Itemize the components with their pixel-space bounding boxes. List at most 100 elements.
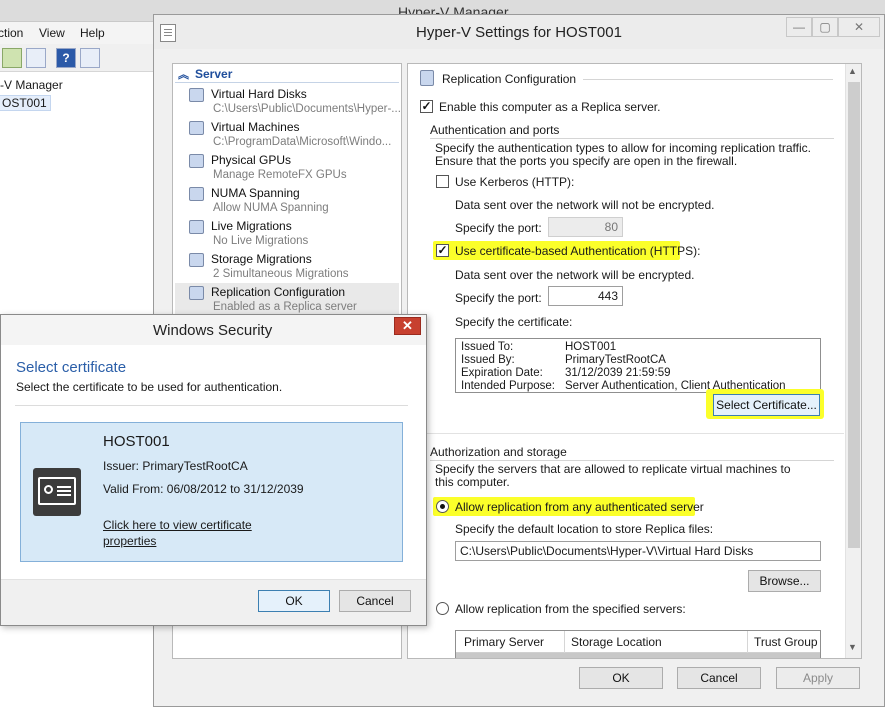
nav-item-sublabel: Manage RemoteFX GPUs	[213, 169, 347, 181]
enable-replica-label: Enable this computer as a Replica server…	[439, 100, 661, 114]
close-icon[interactable]: ✕	[838, 17, 880, 37]
gpu-icon	[189, 154, 204, 168]
manager-menubar: ction View Help	[0, 22, 160, 44]
security-ok-button[interactable]: OK	[258, 590, 330, 612]
help-icon[interactable]: ?	[56, 48, 76, 68]
servers-table: Primary Server Storage Location Trust Gr…	[455, 630, 821, 658]
certificate-seal-icon	[44, 485, 53, 494]
cert-note: Data sent over the network will be encry…	[455, 268, 695, 282]
settings-cancel-button[interactable]: Cancel	[677, 667, 761, 689]
security-divider	[15, 405, 408, 406]
group-divider	[430, 460, 834, 461]
nav-item-physical-gpus[interactable]: Physical GPUs Manage RemoteFX GPUs	[175, 151, 399, 184]
nav-item-sublabel: Enabled as a Replica server	[213, 301, 357, 313]
replication-icon	[420, 70, 434, 86]
column-header-storage-location[interactable]: Storage Location	[571, 635, 662, 649]
nav-item-label: Virtual Hard Disks	[211, 87, 307, 101]
live-migration-icon	[189, 220, 204, 234]
nav-item-storage-migrations[interactable]: Storage Migrations 2 Simultaneous Migrat…	[175, 250, 399, 283]
certificate-details: Issued To: HOST001 Issued By: PrimaryTes…	[455, 338, 821, 393]
issued-by-value: PrimaryTestRootCA	[565, 354, 666, 366]
tree-host-item[interactable]: OST001	[0, 95, 51, 111]
panel-icon[interactable]	[26, 48, 46, 68]
minimize-icon[interactable]: —	[786, 17, 812, 37]
section-divider	[408, 433, 844, 434]
kerberos-note: Data sent over the network will not be e…	[455, 198, 715, 212]
table-row[interactable]	[456, 653, 820, 658]
menu-help[interactable]: Help	[80, 26, 105, 40]
replication-icon	[189, 286, 204, 300]
certificate-icon	[33, 468, 81, 516]
auth-group-title: Authentication and ports	[430, 123, 560, 137]
folder-icon[interactable]	[2, 48, 22, 68]
certificate-icon-frame	[38, 477, 76, 505]
cert-port-label: Specify the port:	[455, 291, 542, 305]
authz-group-title: Authorization and storage	[430, 445, 567, 459]
expiration-key: Expiration Date:	[461, 367, 543, 379]
nav-item-sublabel: C:\ProgramData\Microsoft\Windo...	[213, 136, 392, 148]
certificate-lines-icon	[57, 486, 71, 488]
settings-title: Hyper-V Settings for HOST001	[416, 24, 622, 41]
security-subheading: Select the certificate to be used for au…	[16, 380, 283, 394]
allow-specified-radio[interactable]	[436, 602, 449, 615]
kerberos-checkbox[interactable]	[436, 175, 449, 188]
settings-content: Replication Configuration ✓ Enable this …	[407, 63, 862, 659]
authz-description: Specify the servers that are allowed to …	[435, 462, 791, 489]
section-divider	[583, 79, 833, 80]
cert-port-field[interactable]: 443	[548, 286, 623, 306]
nav-item-live-migrations[interactable]: Live Migrations No Live Migrations	[175, 217, 399, 250]
scroll-up-icon[interactable]: ▲	[848, 66, 857, 76]
column-divider	[747, 631, 748, 653]
disk-icon	[189, 88, 204, 102]
enable-replica-checkbox[interactable]: ✓	[420, 100, 433, 113]
auth-description: Specify the authentication types to allo…	[435, 141, 811, 168]
default-location-label: Specify the default location to store Re…	[455, 522, 714, 536]
manager-toolbar: ?	[0, 44, 160, 72]
settings-apply-button[interactable]: Apply	[776, 667, 860, 689]
certificate-validity: Valid From: 06/08/2012 to 31/12/2039	[103, 482, 304, 496]
settings-ok-button[interactable]: OK	[579, 667, 663, 689]
kerberos-label: Use Kerberos (HTTP):	[455, 175, 575, 189]
nav-item-virtual-hard-disks[interactable]: Virtual Hard Disks C:\Users\Public\Docum…	[175, 85, 401, 118]
close-icon[interactable]: ✕	[394, 317, 421, 335]
certificate-tile[interactable]: HOST001 Issuer: PrimaryTestRootCA Valid …	[20, 422, 403, 562]
nav-item-label: NUMA Spanning	[211, 186, 300, 200]
menu-action[interactable]: ction	[0, 26, 23, 40]
default-location-field[interactable]: C:\Users\Public\Documents\Hyper-V\Virtua…	[455, 541, 821, 561]
security-cancel-button[interactable]: Cancel	[339, 590, 411, 612]
nav-item-numa-spanning[interactable]: NUMA Spanning Allow NUMA Spanning	[175, 184, 399, 217]
scroll-down-icon[interactable]: ▼	[848, 642, 857, 652]
nav-item-label: Live Migrations	[211, 219, 292, 233]
scroll-thumb[interactable]	[848, 82, 860, 548]
content-scrollbar[interactable]: ▲ ▼	[845, 64, 861, 658]
nav-item-virtual-machines[interactable]: Virtual Machines C:\ProgramData\Microsof…	[175, 118, 399, 151]
kerberos-port-field[interactable]: 80	[548, 217, 623, 237]
view-certificate-link[interactable]: Click here to view certificate propertie…	[103, 517, 273, 549]
column-header-primary-server[interactable]: Primary Server	[464, 635, 544, 649]
action-pane-icon[interactable]	[80, 48, 100, 68]
certificate-issuer: Issuer: PrimaryTestRootCA	[103, 459, 248, 473]
security-footer: OK Cancel	[1, 579, 426, 625]
column-header-trust-group[interactable]: Trust Group	[754, 635, 818, 649]
storage-migration-icon	[189, 253, 204, 267]
expiration-value: 31/12/2039 21:59:59	[565, 367, 671, 379]
allow-any-label: Allow replication from any authenticated…	[455, 500, 704, 514]
menu-view[interactable]: View	[39, 26, 65, 40]
certificate-name: HOST001	[103, 433, 170, 450]
tree-root-item[interactable]: r-V Manager	[0, 78, 63, 92]
nav-item-sublabel: Allow NUMA Spanning	[213, 202, 329, 214]
allow-any-radio[interactable]	[436, 500, 449, 513]
security-titlebar: Windows Security ✕	[1, 315, 426, 345]
nav-section-server[interactable]: ︽ Server	[175, 67, 399, 83]
chevron-up-icon[interactable]: ︽	[178, 66, 189, 82]
browse-button[interactable]: Browse...	[748, 570, 821, 592]
cert-label: Specify the certificate:	[455, 315, 573, 329]
cert-auth-checkbox[interactable]: ✓	[436, 244, 449, 257]
nav-item-replication-configuration[interactable]: Replication Configuration Enabled as a R…	[175, 283, 399, 316]
column-divider	[564, 631, 565, 653]
nav-item-label: Virtual Machines	[211, 120, 300, 134]
select-certificate-button[interactable]: Select Certificate...	[713, 394, 820, 416]
section-title: Replication Configuration	[442, 72, 577, 86]
security-heading: Select certificate	[16, 359, 127, 376]
maximize-icon[interactable]: ▢	[812, 17, 838, 37]
